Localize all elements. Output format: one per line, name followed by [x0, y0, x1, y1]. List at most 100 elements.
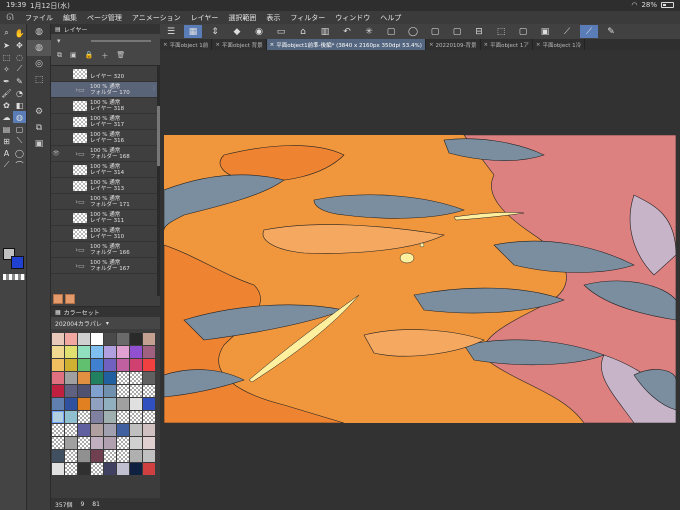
layer-row[interactable]: 100 % 通常 レイヤー 310 [51, 226, 160, 242]
visibility-icon[interactable]: 👁 [51, 150, 61, 157]
color-swatch[interactable] [130, 385, 142, 397]
close-icon[interactable]: × [484, 42, 489, 48]
subtool-paint-unfilled-icon[interactable]: ⬚ [27, 72, 51, 88]
subtool-settings-icon[interactable]: ⚙ [27, 104, 51, 120]
color-swatch[interactable] [52, 463, 64, 475]
color-swatch[interactable] [91, 398, 103, 410]
color-swatch[interactable] [104, 385, 116, 397]
color-swatch[interactable] [130, 437, 142, 449]
transparent-color[interactable] [3, 274, 25, 280]
color-swatch[interactable] [91, 385, 103, 397]
menu-window[interactable]: ウィンドウ [330, 13, 375, 23]
blend-icon[interactable]: ☁ [0, 111, 13, 123]
app-logo-icon[interactable]: ᘏ [0, 13, 20, 23]
layer-row[interactable]: 100 % 通常 レイヤー 313 [51, 178, 160, 194]
fill-cmd-icon[interactable]: ◯ [404, 25, 422, 38]
subtool-save-icon[interactable]: ▣ [27, 136, 51, 152]
color-swatch[interactable] [130, 450, 142, 462]
menu-help[interactable]: ヘルプ [375, 13, 406, 23]
color-swatch[interactable] [52, 333, 64, 345]
color-swatch[interactable] [52, 398, 64, 410]
color-swatch[interactable] [65, 424, 77, 436]
color-swatch[interactable] [117, 411, 129, 423]
opacity-slider[interactable] [91, 40, 151, 42]
layer-row[interactable]: 100 % 通常 レイヤー 316 [51, 130, 160, 146]
color-indicator[interactable] [3, 248, 27, 272]
layer-row[interactable]: ›▭ 100 % 通常 フォルダー 166 [51, 242, 160, 258]
color-swatch[interactable] [91, 346, 103, 358]
fill-tool-icon[interactable]: ◍ [13, 111, 26, 123]
color-swatch[interactable] [52, 359, 64, 371]
color-swatch[interactable] [143, 398, 155, 410]
color-swatch[interactable] [91, 450, 103, 462]
brush-tool-icon[interactable]: 🖌 [0, 87, 13, 99]
figure-icon[interactable]: ▢ [13, 123, 26, 135]
lasso-tool-icon[interactable]: ◌ [13, 51, 26, 63]
magic-wand-icon[interactable]: ✧ [0, 63, 13, 75]
color-swatch[interactable] [78, 437, 90, 449]
balloon-icon[interactable]: ◯ [13, 147, 26, 159]
color-swatch[interactable] [91, 463, 103, 475]
color-swatch[interactable] [104, 372, 116, 384]
color-swatch[interactable] [104, 424, 116, 436]
color-swatch[interactable] [52, 372, 64, 384]
frame-icon[interactable]: ⊞ [0, 135, 13, 147]
color-swatch[interactable] [143, 372, 155, 384]
subtool-close-gap-icon[interactable]: ◎ [27, 56, 51, 72]
layer-row[interactable]: 100 % 通常 レイヤー 314 [51, 162, 160, 178]
menu-filter[interactable]: フィルター [285, 13, 330, 23]
color-swatch[interactable] [78, 385, 90, 397]
document-tab[interactable]: × 平面object 1前 [160, 39, 213, 50]
color-swatch[interactable] [117, 385, 129, 397]
color-swatch[interactable] [104, 398, 116, 410]
color-swatch[interactable] [117, 398, 129, 410]
text-tool-icon[interactable]: A [0, 147, 13, 159]
color-swatch[interactable] [117, 424, 129, 436]
layer-row[interactable]: 100 % 通常 レイヤー 311 [51, 210, 160, 226]
layer-row[interactable]: ›▭ 100 % 通常 フォルダー 167 [51, 258, 160, 274]
color-swatch[interactable] [65, 411, 77, 423]
snap-special-icon[interactable]: ⟋ [580, 25, 598, 38]
color-swatch[interactable] [91, 333, 103, 345]
subtool-fill-icon[interactable]: ◍ [27, 24, 51, 40]
color-swatch[interactable] [65, 385, 77, 397]
color-swatch[interactable] [52, 346, 64, 358]
updown-icon[interactable]: ⇕ [206, 25, 224, 38]
menu-animation[interactable]: アニメーション [127, 13, 186, 23]
document-tab[interactable]: × 平面object 背景 [212, 39, 267, 50]
menu-edit[interactable]: 編集 [58, 13, 82, 23]
color-swatch[interactable] [65, 372, 77, 384]
crop-icon[interactable]: ▢ [514, 25, 532, 38]
line-correct-icon[interactable]: ⟋ [0, 159, 13, 171]
blend-mode-icon[interactable]: ▾ [57, 37, 61, 45]
menu-selection[interactable]: 選択範囲 [223, 13, 261, 23]
zoom-tool-icon[interactable]: ⌕ [0, 27, 13, 39]
color-swatch[interactable] [78, 411, 90, 423]
close-icon[interactable]: × [270, 42, 275, 48]
operation-tool-icon[interactable]: ➤ [0, 39, 13, 51]
close-icon[interactable]: × [163, 42, 168, 48]
color-swatch[interactable] [143, 359, 155, 371]
menu-layer[interactable]: レイヤー [186, 13, 224, 23]
layer-row[interactable]: 100 % 通常 レイヤー 317 [51, 114, 160, 130]
document-tab[interactable]: × 20220109-背景 [426, 39, 481, 50]
delete-layer-icon[interactable]: 🗑 [116, 51, 125, 61]
color-swatch[interactable] [78, 359, 90, 371]
ruler-icon[interactable]: ⟍ [13, 135, 26, 147]
ruler-snap-icon[interactable]: ⟋ [558, 25, 576, 38]
color-swatch[interactable] [52, 411, 64, 423]
delete-icon[interactable]: ▢ [448, 25, 466, 38]
color-swatch[interactable] [130, 359, 142, 371]
color-swatch[interactable] [117, 333, 129, 345]
show-selection-icon[interactable]: ▣ [536, 25, 554, 38]
color-swatch[interactable] [91, 359, 103, 371]
color-swatch[interactable] [130, 372, 142, 384]
color-swatch[interactable] [104, 463, 116, 475]
color-swatch[interactable] [91, 411, 103, 423]
invert-icon[interactable]: ⬚ [492, 25, 510, 38]
background-color[interactable] [11, 256, 24, 269]
subtool-ref-icon[interactable]: ⧉ [27, 120, 51, 136]
clip-icon[interactable]: ⧉ [57, 51, 62, 61]
quick-access-icon[interactable]: ▦ [184, 25, 202, 38]
color-swatch[interactable] [130, 411, 142, 423]
